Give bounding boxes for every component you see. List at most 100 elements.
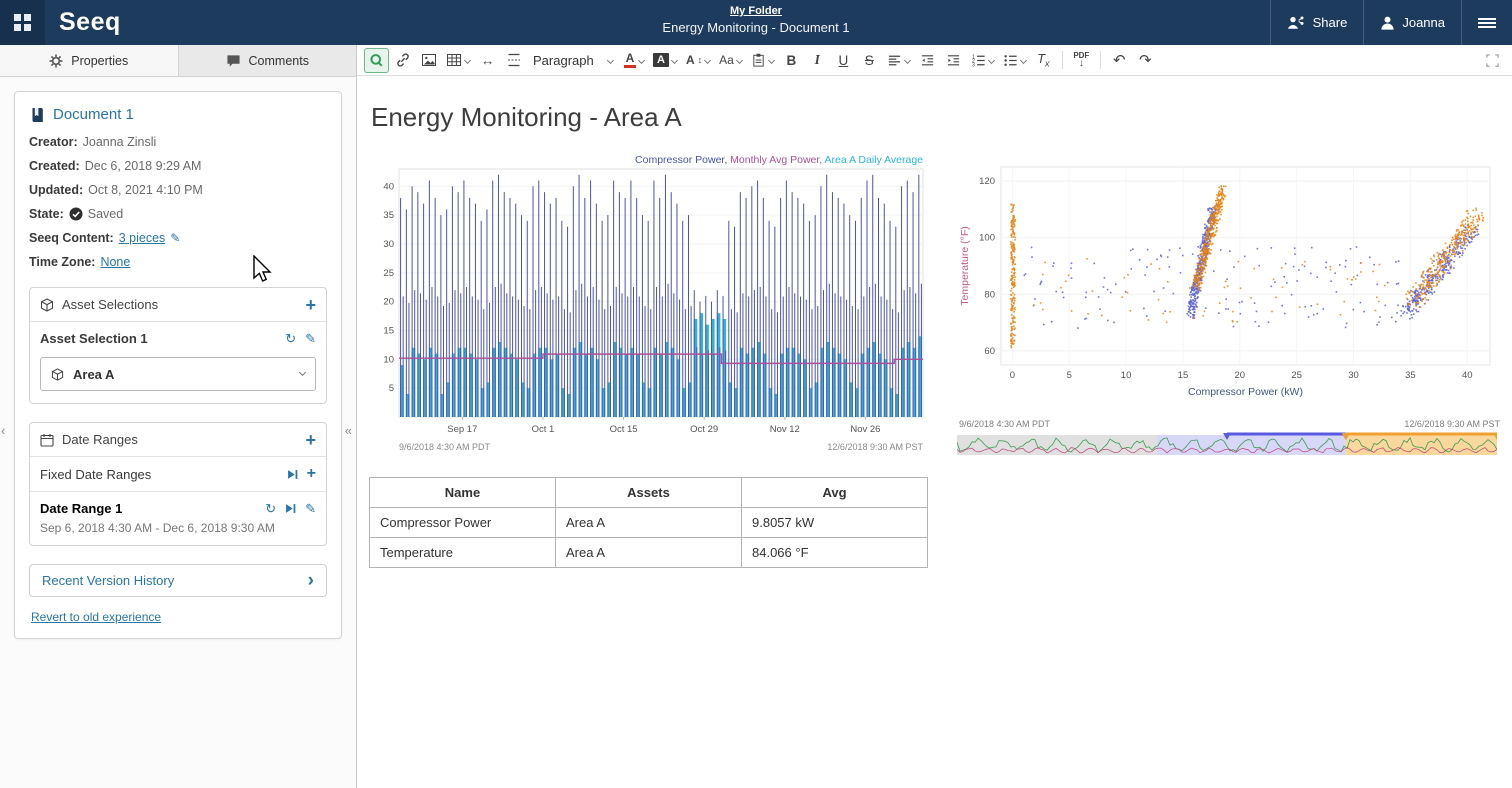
insert-table-button[interactable]	[442, 48, 474, 73]
document-canvas[interactable]: Energy Monitoring - Area A 5101520253035…	[357, 76, 1512, 788]
export-pdf-button[interactable]: PDF↓	[1069, 48, 1094, 73]
main-row: Properties Comments Document 1 Creator: …	[0, 45, 1512, 788]
seeq-content-link[interactable]: 3 pieces	[119, 231, 166, 245]
svg-text:30: 30	[383, 239, 394, 250]
updated-label: Updated:	[29, 183, 83, 197]
font-family-button[interactable]: Aa	[715, 48, 746, 73]
add-fixed-range-icon[interactable]: +	[307, 466, 316, 482]
undo-button[interactable]: ↶	[1107, 48, 1132, 73]
underline-button[interactable]: U	[831, 48, 856, 73]
sidebar: Properties Comments Document 1 Creator: …	[0, 45, 357, 788]
insert-image-button[interactable]	[416, 48, 441, 73]
summary-table: Name Assets Avg Compressor Power Area A …	[369, 477, 928, 568]
bullet-list-button[interactable]	[999, 48, 1030, 73]
asset-selection-name: Asset Selection 1	[40, 331, 148, 346]
revert-link[interactable]: Revert to old experience	[31, 610, 161, 624]
seeq-q-icon	[369, 53, 384, 68]
horizontal-rule-button[interactable]: ↔	[475, 48, 500, 73]
fullwidth-toggle-button[interactable]	[1480, 48, 1505, 73]
scatter-timestamps: 9/6/2018 4:30 AM PDT 12/6/2018 9:30 AM P…	[959, 419, 1500, 429]
asset-dropdown[interactable]: Area A	[40, 357, 316, 391]
fixed-date-ranges-label: Fixed Date Ranges	[40, 467, 151, 482]
svg-text:120: 120	[979, 176, 995, 187]
breadcrumb[interactable]: My Folder	[662, 5, 849, 17]
page-break-button[interactable]	[501, 48, 526, 73]
svg-text:Nov 12: Nov 12	[770, 424, 800, 435]
svg-text:Nov 26: Nov 26	[850, 424, 880, 435]
timeline-strip-chart[interactable]	[957, 432, 1497, 458]
paste-options-button[interactable]	[747, 48, 778, 73]
edit-range-icon[interactable]: ✎	[305, 502, 316, 515]
editor-toolbar: ↔ Paragraph A A A↕	[357, 45, 1512, 76]
svg-text:10: 10	[1121, 370, 1132, 381]
outdent-icon	[920, 53, 935, 68]
step-to-end-icon[interactable]	[287, 469, 298, 480]
edit-asset-icon[interactable]: ✎	[305, 332, 316, 345]
add-asset-selection-button[interactable]: +	[305, 298, 316, 312]
bullet-list-icon	[1003, 53, 1018, 68]
asset-cube-icon	[40, 298, 54, 312]
topbar: Seeq My Folder Energy Monitoring - Docum…	[0, 0, 1512, 45]
version-history-button[interactable]: Recent Version History ›	[29, 564, 327, 597]
numbered-list-button[interactable]: 123	[967, 48, 998, 73]
edit-content-icon[interactable]: ✎	[170, 231, 180, 245]
link-icon	[395, 52, 411, 68]
comment-icon	[226, 54, 241, 68]
strikethrough-button[interactable]: S	[857, 48, 882, 73]
date-ranges-title: Date Ranges	[62, 432, 138, 447]
topbar-actions: Share Joanna	[1270, 0, 1512, 45]
italic-button[interactable]: I	[805, 48, 830, 73]
redo-button[interactable]: ↷	[1133, 48, 1158, 73]
align-button[interactable]	[883, 48, 914, 73]
user-menu[interactable]: Joanna	[1363, 0, 1461, 45]
bold-button[interactable]: B	[779, 48, 804, 73]
share-button[interactable]: Share	[1270, 0, 1364, 45]
page-title: Energy Monitoring - Document 1	[662, 20, 849, 35]
chevron-down-icon	[607, 56, 614, 63]
paragraph-style-dropdown[interactable]: Paragraph	[527, 48, 619, 73]
share-icon	[1287, 15, 1306, 31]
image-icon	[421, 52, 437, 68]
asset-selections-title: Asset Selections	[62, 297, 158, 312]
refresh-asset-icon[interactable]: ↻	[285, 332, 296, 345]
outdent-button[interactable]	[915, 48, 940, 73]
collapse-sidebar-handle[interactable]: «	[345, 423, 352, 438]
timezone-link[interactable]: None	[100, 255, 130, 269]
svg-text:15: 15	[1178, 370, 1189, 381]
font-color-button[interactable]: A	[620, 48, 648, 73]
frame-icon	[1485, 53, 1500, 68]
scatter-chart: 60801001200510152025303540Compressor Pow…	[957, 155, 1502, 413]
gear-icon	[49, 54, 63, 68]
clear-formatting-button[interactable]: Tx	[1031, 48, 1056, 73]
table-row: Temperature Area A 84.066 °F	[370, 538, 928, 568]
svg-text:3: 3	[972, 62, 975, 67]
app-grid-button[interactable]	[0, 0, 45, 45]
insert-seeq-content-button[interactable]	[364, 48, 389, 73]
table-icon	[446, 52, 462, 68]
indent-button[interactable]	[941, 48, 966, 73]
add-date-range-button[interactable]: +	[305, 433, 316, 447]
timezone-label: Time Zone:	[29, 255, 95, 269]
table-header: Assets	[556, 478, 742, 508]
asset-selection-row: Asset Selection 1 ↻ ✎	[30, 321, 326, 355]
seeq-content-label: Seeq Content:	[29, 231, 114, 245]
refresh-range-icon[interactable]: ↻	[265, 502, 276, 515]
tab-comments[interactable]: Comments	[178, 45, 357, 76]
asset-dropdown-value: Area A	[73, 367, 114, 382]
tab-properties[interactable]: Properties	[0, 45, 178, 76]
insert-link-button[interactable]	[390, 48, 415, 73]
step-range-icon[interactable]	[285, 503, 296, 514]
scatter-chart-column: 60801001200510152025303540Compressor Pow…	[957, 151, 1502, 458]
editor: ↔ Paragraph A A A↕	[357, 45, 1512, 788]
timezone-row: Time Zone: None	[29, 255, 327, 269]
font-size-button[interactable]: A↕	[682, 48, 714, 73]
svg-text:15: 15	[383, 325, 394, 336]
collapse-edge-handle[interactable]: ‹	[1, 423, 5, 438]
svg-text:10: 10	[383, 354, 394, 365]
table-cell: 84.066 °F	[742, 538, 928, 568]
hamburger-menu-button[interactable]	[1461, 0, 1512, 45]
highlight-color-icon: A	[653, 53, 669, 67]
highlight-color-button[interactable]: A	[649, 48, 681, 73]
svg-text:Sep 17: Sep 17	[447, 424, 477, 435]
clear-formatting-icon: Tx	[1037, 51, 1049, 69]
